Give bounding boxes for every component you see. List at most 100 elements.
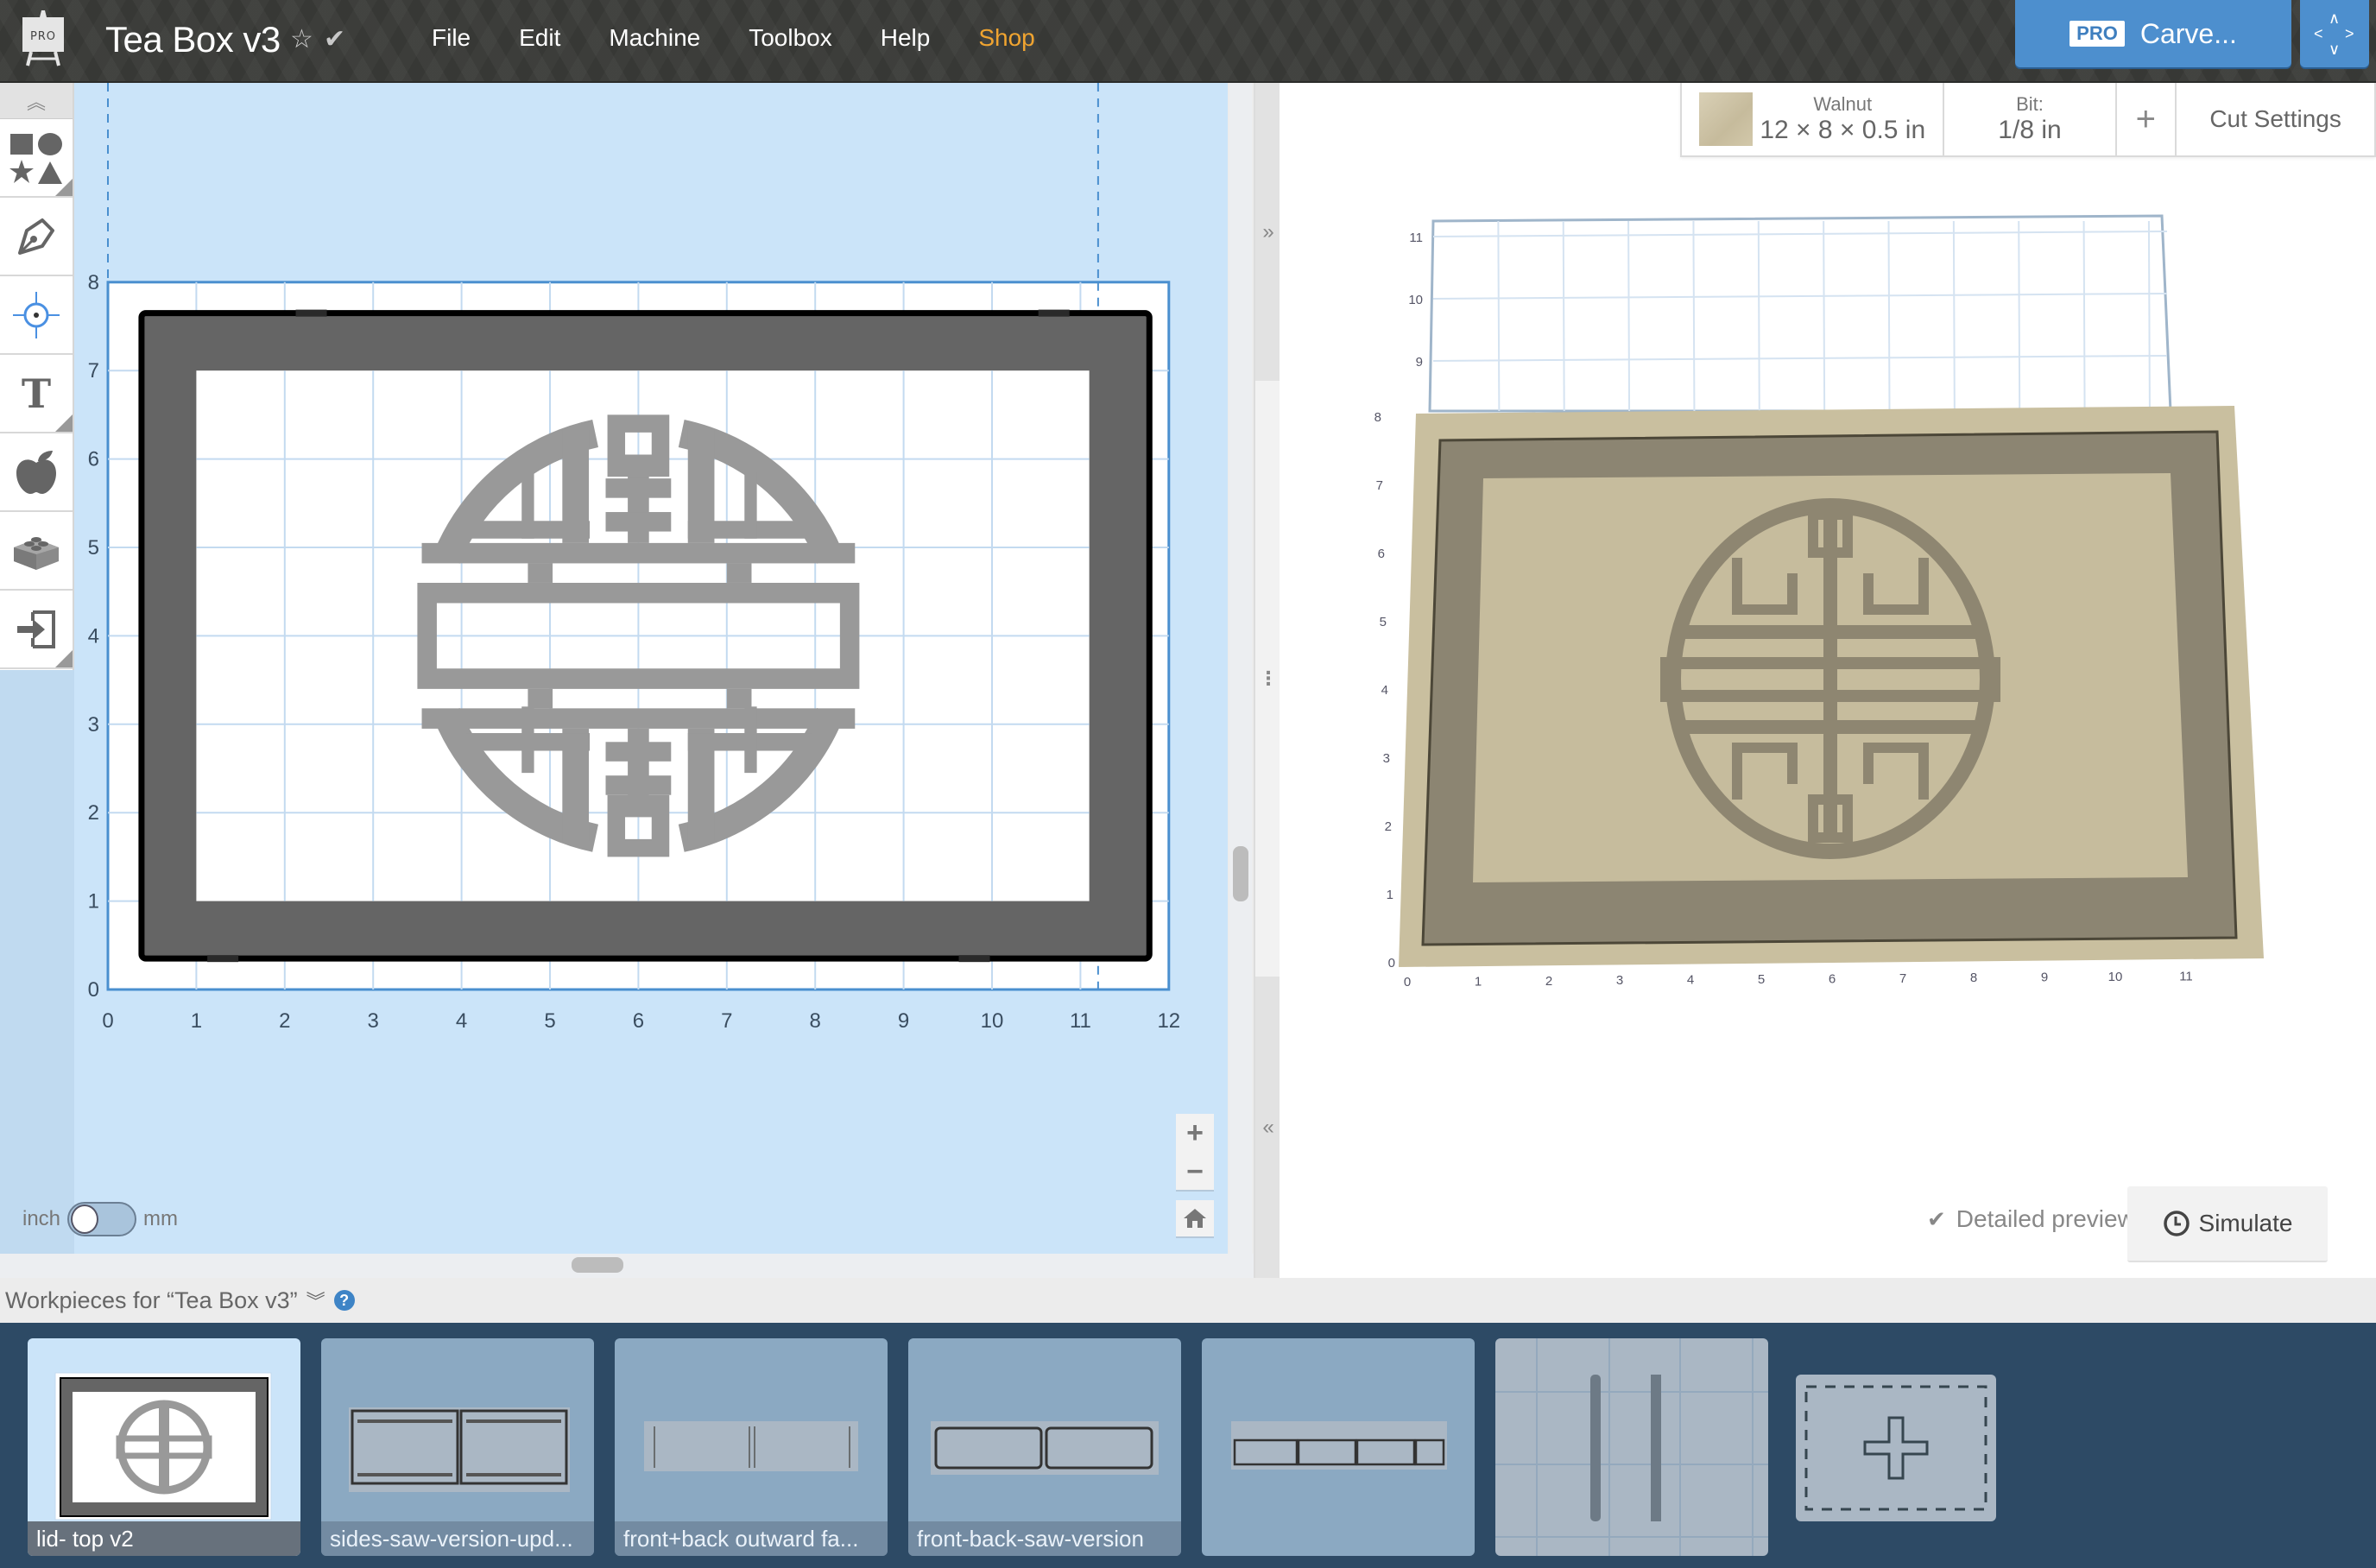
workpiece-label: lid- top v2 <box>28 1521 300 1556</box>
preview-y-tick-label: 10 <box>1408 293 1423 307</box>
x-axis-tick-label: 6 <box>633 1009 644 1033</box>
menu-help[interactable]: Help <box>881 21 931 55</box>
menu-toolbox[interactable]: Toolbox <box>749 21 832 55</box>
design-canvas[interactable]: 0 1 2 3 4 5 6 7 8 9 10 11 12012345678 <box>0 83 1226 1254</box>
menu-file[interactable]: File <box>432 21 471 55</box>
preview-x-tick-label: 1 <box>1475 974 1482 989</box>
symbol-rung <box>605 478 672 498</box>
drag-handle-icon[interactable]: ⋮ <box>1255 381 1281 977</box>
unit-switch[interactable] <box>67 1202 137 1236</box>
x-axis-tick-label: 8 <box>810 1009 821 1033</box>
y-axis-tick-label: 7 <box>88 359 99 383</box>
lego-brick-icon <box>14 536 59 570</box>
x-axis-tick-label: 0 <box>102 1009 113 1033</box>
apple-icon <box>16 450 56 494</box>
unit-mm-label: mm <box>143 1207 179 1230</box>
canvas-horizontal-scroll-thumb[interactable] <box>572 1257 623 1273</box>
x-axis-tick-label: 4 <box>456 1009 467 1033</box>
y-axis-tick-label: 0 <box>88 978 99 1002</box>
canvas-horizontal-scrollbar[interactable] <box>0 1254 1278 1278</box>
workpieces-strip: lid- top v2 sides-saw-version-upd... fro… <box>0 1323 2376 1568</box>
expand-right-icon[interactable]: » <box>1255 83 1281 381</box>
clock-icon <box>2163 1211 2190 1236</box>
easel-logo-icon[interactable]: PRO <box>19 9 67 67</box>
detailed-preview-label: Detailed preview <box>1956 1205 2135 1232</box>
star-outline-icon[interactable]: ☆ <box>290 24 313 54</box>
carve-button[interactable]: PRO Carve... <box>2015 0 2291 67</box>
home-button[interactable] <box>1176 1200 1214 1238</box>
text-icon: T <box>21 370 52 417</box>
holding-tab <box>1038 309 1070 317</box>
preview-y-tick-label: 7 <box>1376 478 1383 493</box>
material-selector[interactable]: Walnut 12 × 8 × 0.5 in <box>1682 83 1945 155</box>
checkmark-icon: ✔ <box>1927 1205 1946 1232</box>
symbol-hook-arm <box>744 706 757 774</box>
preview-x-tick-label: 11 <box>2179 969 2193 983</box>
text-tool[interactable]: T <box>0 355 73 433</box>
material-bar: Walnut 12 × 8 × 0.5 in Bit: 1/8 in + Cut… <box>1680 83 2376 157</box>
x-axis-tick-label: 12 <box>1157 1009 1180 1033</box>
canvas-vertical-scroll-thumb[interactable] <box>1233 846 1248 901</box>
walnut-swatch <box>1699 92 1754 146</box>
3d-preview-canvas[interactable]: 11 10 9 0 1 2 3 4 5 6 7 8 9 10 11 0 1 2 3 4 5 6 7 8 <box>1280 83 2376 1119</box>
preview-y-tick-label: 2 <box>1385 819 1392 834</box>
menu-edit[interactable]: Edit <box>519 21 560 55</box>
preview-y-tick-label: 9 <box>1416 355 1423 370</box>
shapes-tool[interactable] <box>0 119 73 198</box>
zoom-out-button[interactable]: − <box>1176 1153 1214 1192</box>
home-icon <box>1184 1209 1206 1228</box>
add-workpiece-button[interactable] <box>1796 1375 1996 1521</box>
bit-selector[interactable]: Bit: 1/8 in <box>1944 83 2117 155</box>
workpiece-card[interactable] <box>1202 1338 1475 1556</box>
jog-button[interactable]: ∧ < > ∨ <box>2300 0 2369 67</box>
preview-back-plane <box>1428 214 2172 413</box>
preview-x-tick-label: 0 <box>1404 975 1411 989</box>
preview-y-tick-label: 4 <box>1381 683 1388 698</box>
help-icon[interactable]: ? <box>333 1290 355 1311</box>
workpiece-card[interactable]: sides-saw-version-upd... <box>321 1338 594 1556</box>
apps-tool[interactable] <box>0 512 73 591</box>
jog-left-arrow: < <box>2314 25 2323 42</box>
preview-x-tick-label: 10 <box>2108 970 2123 984</box>
simulate-button[interactable]: Simulate <box>2127 1186 2328 1262</box>
preview-y-tick-label: 8 <box>1374 410 1381 425</box>
workpiece-card[interactable]: lid- top v2 <box>28 1338 300 1556</box>
point-tool[interactable] <box>0 276 73 355</box>
3d-preview-panel: 11 10 9 0 1 2 3 4 5 6 7 8 9 10 11 0 1 2 3 4 5 6 7 8 Walnut 12 ×… <box>1280 83 2376 1278</box>
preview-grid-line <box>1823 220 1826 412</box>
icons-tool[interactable] <box>0 433 73 512</box>
symbol-bar <box>421 542 856 564</box>
symbol-hook-arm <box>521 706 534 774</box>
workpiece-card[interactable]: front-back-saw-version <box>908 1338 1181 1556</box>
project-title[interactable]: Tea Box v3 <box>105 16 281 64</box>
zoom-in-button[interactable]: + <box>1176 1114 1214 1153</box>
preview-x-tick-label: 3 <box>1616 973 1623 988</box>
x-axis-tick-label: 10 <box>981 1009 1004 1033</box>
double-chevron-down-icon[interactable]: ︾ <box>306 1287 325 1314</box>
preview-x-tick-label: 4 <box>1687 973 1694 988</box>
pen-tool[interactable] <box>0 198 73 276</box>
symbol-post <box>726 563 752 583</box>
workpieces-title[interactable]: Workpieces for “Tea Box v3” <box>5 1287 298 1314</box>
workpiece-card[interactable] <box>1495 1338 1768 1556</box>
detailed-preview-toggle[interactable]: ✔ Detailed preview <box>1927 1205 2135 1233</box>
workpiece-card[interactable]: front+back outward fa... <box>615 1338 888 1556</box>
import-tool[interactable] <box>0 591 73 669</box>
add-bit-button[interactable]: + <box>2117 83 2177 155</box>
jog-up-arrow: ∧ <box>2329 9 2341 27</box>
y-axis-tick-label: 4 <box>88 624 99 648</box>
pen-nib-icon <box>18 218 54 255</box>
expand-left-icon[interactable]: « <box>1255 977 1281 1278</box>
x-axis-tick-label: 11 <box>1070 1009 1091 1033</box>
preview-grid-line <box>2082 220 2086 412</box>
pro-badge: PRO <box>2070 21 2125 47</box>
preview-y-tick-label: 3 <box>1383 751 1390 766</box>
double-chevron-up-icon[interactable]: ︽ <box>0 83 73 119</box>
checkmark-icon: ✔ <box>324 25 346 54</box>
y-axis-tick-label: 2 <box>88 801 99 825</box>
menu-machine[interactable]: Machine <box>609 21 700 55</box>
panel-splitter[interactable]: » ⋮ « <box>1254 83 1281 1278</box>
menu-shop[interactable]: Shop <box>978 21 1034 55</box>
cut-settings-button[interactable]: Cut Settings <box>2177 83 2374 155</box>
canvas-vertical-scrollbar[interactable] <box>1229 83 1252 1254</box>
